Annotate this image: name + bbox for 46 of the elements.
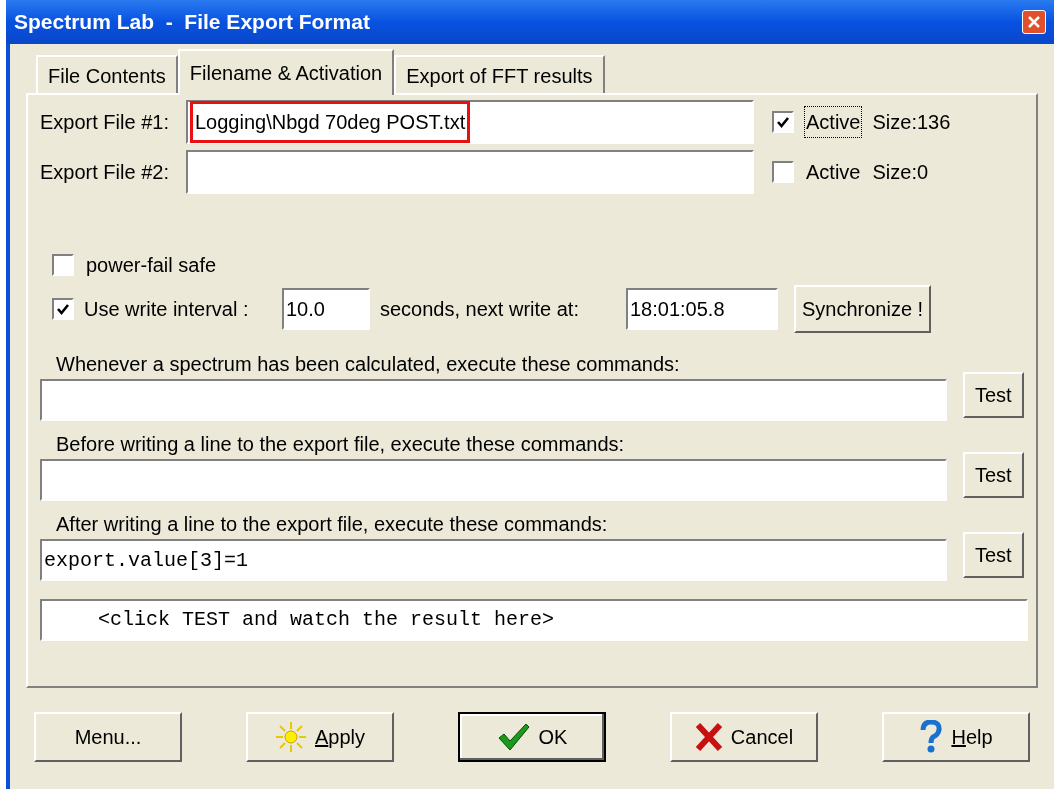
checkbox[interactable]	[772, 111, 794, 133]
time-field[interactable]: 18:01:05.8	[626, 288, 778, 330]
command-field[interactable]	[40, 379, 947, 421]
interval-field[interactable]: 10.0	[282, 288, 370, 330]
checkbox[interactable]	[52, 298, 74, 320]
help-button[interactable]: Help	[882, 712, 1030, 762]
checkbox[interactable]	[52, 254, 74, 276]
result-field: <click TEST and watch the result here>	[40, 599, 1028, 641]
apply-button[interactable]: Apply	[246, 712, 394, 762]
test-button[interactable]: Test	[962, 452, 1024, 498]
ok-button[interactable]: OK	[458, 712, 606, 762]
highlighted-file-path: Logging\Nbgd 70deg POST.txt	[190, 101, 471, 143]
size-text: Size:136	[872, 110, 951, 135]
tab[interactable]: Export of FFT results	[394, 55, 605, 95]
tab[interactable]: Filename & Activation	[177, 49, 395, 95]
command-label: After writing a line to the export file, execute these commands:	[56, 512, 609, 537]
cancel-button[interactable]: Cancel	[670, 712, 818, 762]
command-field[interactable]: export.value[3]=1	[40, 539, 947, 581]
checkbox-label: power-fail safe	[86, 253, 217, 278]
window-title: Spectrum Lab - File Export Format	[14, 9, 370, 36]
check-icon	[496, 722, 531, 752]
test-button[interactable]: Test	[962, 532, 1024, 578]
file-input-field[interactable]: Logging\Nbgd 70deg POST.txt	[186, 100, 754, 144]
tab[interactable]: File Contents	[36, 55, 178, 95]
close-icon	[1027, 15, 1041, 29]
command-field[interactable]	[40, 459, 947, 501]
command-label: Before writing a line to the export file, execute these commands:	[56, 432, 626, 457]
menu-button[interactable]: Menu...	[34, 712, 182, 762]
cross-icon	[694, 722, 723, 752]
test-button[interactable]: Test	[962, 372, 1024, 418]
question-icon	[919, 720, 944, 754]
checkbox-label: Active	[805, 160, 862, 185]
field-label: Export File #2:	[40, 160, 170, 185]
field-label: Export File #1:	[40, 110, 170, 135]
command-label: Whenever a spectrum has been calculated, execute these commands:	[56, 352, 681, 377]
close-button[interactable]	[1022, 10, 1046, 34]
file-input-field[interactable]	[186, 150, 754, 194]
checkbox-label: Active	[804, 106, 863, 138]
synchronize-button[interactable]: Synchronize !	[794, 285, 932, 333]
sun-icon	[274, 721, 307, 753]
check-icon	[776, 115, 790, 129]
checkbox[interactable]	[772, 161, 794, 183]
check-icon	[56, 302, 70, 316]
size-text: Size:0	[872, 160, 929, 185]
field-label: seconds, next write at:	[380, 297, 580, 322]
checkbox-label: Use write interval :	[84, 297, 250, 322]
